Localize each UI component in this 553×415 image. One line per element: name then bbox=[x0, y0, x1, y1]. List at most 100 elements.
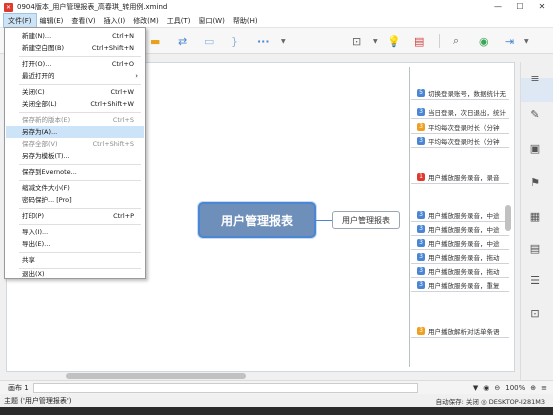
menu-reduce-size[interactable]: 缩减文件大小(F) bbox=[6, 182, 144, 194]
menu-tools[interactable]: 工具(T) bbox=[163, 14, 195, 28]
menu-new-blank[interactable]: 新建空白图(B) Ctrl+Shift+N bbox=[6, 42, 144, 54]
summary-icon[interactable]: } bbox=[231, 34, 238, 48]
horizontal-scrollbar[interactable] bbox=[6, 372, 515, 380]
menu-export[interactable]: 导出(E)... bbox=[6, 238, 144, 250]
menu-open[interactable]: 打开(O)... Ctrl+O bbox=[6, 58, 144, 70]
menu-view[interactable]: 查看(V) bbox=[67, 14, 99, 28]
share-icon[interactable]: ◉ bbox=[479, 34, 489, 48]
sheet-tabs-area bbox=[32, 382, 418, 393]
branch-label: 切换登录账号，数据统计无 bbox=[428, 90, 506, 98]
menu-insert[interactable]: 插入(I) bbox=[100, 14, 130, 28]
more-icon[interactable]: ··· bbox=[257, 34, 270, 48]
branch-topic[interactable]: 1 用户播放服务录音，录音 bbox=[411, 171, 509, 184]
branch-label: 用户播放服务录音，中途 bbox=[428, 226, 500, 234]
branch-label: 用户播放服务录音，拖动 bbox=[428, 268, 500, 276]
chevron-right-icon: › bbox=[135, 72, 138, 80]
window-controls: — ☐ ✕ bbox=[487, 0, 553, 14]
branch-topic[interactable]: 3 平均每次登录时长（分钟 bbox=[411, 121, 509, 134]
menu-new[interactable]: 新建(N)... Ctrl+N bbox=[6, 30, 144, 42]
branch-label: 用户播放解析对话单条语 bbox=[428, 328, 500, 336]
branch-topic[interactable]: 5 切换登录账号，数据统计无 bbox=[411, 87, 509, 100]
priority-icon: 3 bbox=[417, 253, 425, 261]
title-bar: ✕ 0904版本_用户管理报表_高春琪_转用例.xmind — ☐ ✕ bbox=[0, 0, 553, 14]
menu-save-version[interactable]: 保存新的版本(E) Ctrl+S bbox=[6, 114, 144, 126]
branch-topic[interactable]: 3 用户播放服务录音，拖动 bbox=[411, 251, 509, 264]
comments-icon[interactable]: ▤ bbox=[528, 242, 542, 256]
branch-topic[interactable]: 3 用户播放解析对话单条语 bbox=[411, 325, 509, 338]
attachment-icon[interactable]: ⊡ bbox=[528, 307, 542, 321]
maximize-button[interactable]: ☐ bbox=[509, 0, 531, 14]
presentation-icon[interactable]: ⊡ bbox=[352, 34, 361, 48]
menu-bar: 文件(F) 编辑(E) 查看(V) 插入(I) 修改(M) 工具(T) 窗口(W… bbox=[0, 12, 553, 29]
menu-separator bbox=[19, 56, 141, 57]
idea-icon[interactable]: 💡 bbox=[387, 34, 401, 48]
menu-window[interactable]: 窗口(W) bbox=[194, 14, 228, 28]
menu-help[interactable]: 帮助(H) bbox=[229, 14, 262, 28]
task-icon[interactable]: ☰ bbox=[528, 274, 542, 288]
branch-label: 用户播放服务录音，中途 bbox=[428, 212, 500, 220]
menu-close-all[interactable]: 关闭全部(L) Ctrl+Shift+W bbox=[6, 98, 144, 110]
branch-topic[interactable]: 3 用户播放服务录音，中途 bbox=[411, 209, 509, 222]
toolbar-separator bbox=[439, 34, 440, 48]
menu-recent[interactable]: 最近打开的 › bbox=[6, 70, 144, 82]
image-icon[interactable]: ▣ bbox=[528, 142, 542, 156]
branch-topic[interactable]: 3 用户播放服务录音，中途 bbox=[411, 237, 509, 250]
priority-icon: 3 bbox=[417, 267, 425, 275]
outline-icon[interactable]: ≡ bbox=[528, 72, 542, 86]
notes-icon[interactable]: ▦ bbox=[528, 210, 542, 224]
menu-icon[interactable]: ≡ bbox=[541, 384, 547, 392]
priority-icon: 3 bbox=[417, 137, 425, 145]
branch-topic[interactable]: 3 当日登录，次日退出，统计 bbox=[411, 106, 509, 119]
menu-save-all[interactable]: 保存全部(V) Ctrl+Shift+S bbox=[6, 138, 144, 150]
chevron-down-icon[interactable]: ▼ bbox=[281, 34, 286, 48]
search-icon[interactable]: ⌕ bbox=[453, 34, 459, 48]
menu-file[interactable]: 文件(F) bbox=[3, 12, 37, 29]
topic-icon[interactable]: ▬ bbox=[150, 34, 160, 48]
filter-icon[interactable]: ▼ bbox=[473, 384, 478, 392]
menu-password[interactable]: 密码保护... [Pro] bbox=[6, 194, 144, 206]
priority-icon: 3 bbox=[417, 108, 425, 116]
zoom-out-icon[interactable]: ⊖ bbox=[494, 384, 500, 392]
zoom-controls: ▼ ◉ ⊖ 100% ⊕ ≡ bbox=[473, 382, 547, 394]
priority-icon: 5 bbox=[417, 89, 425, 97]
vertical-scrollbar-thumb[interactable] bbox=[505, 205, 511, 231]
priority-icon: 3 bbox=[417, 211, 425, 219]
boundary-icon[interactable]: ▭ bbox=[204, 34, 214, 48]
branch-label: 平均每次登录时长（分钟 bbox=[428, 138, 500, 146]
chevron-down-icon[interactable]: ▼ bbox=[373, 34, 378, 48]
xmind-logo-icon: ✕ bbox=[4, 2, 13, 12]
menu-separator bbox=[19, 84, 141, 85]
branch-topic[interactable]: 3 用户播放服务录音，拖动 bbox=[411, 265, 509, 278]
menu-share[interactable]: 共享 bbox=[6, 254, 144, 266]
outliner-icon[interactable]: ▤ bbox=[414, 34, 424, 48]
eye-icon[interactable]: ◉ bbox=[483, 384, 489, 392]
branch-topic[interactable]: 3 平均每次登录时长（分钟 bbox=[411, 135, 509, 148]
status-bar: 主题 ('用户管理报表') 自动保存: 关闭 ◎ DESKTOP-I281M3 bbox=[0, 394, 553, 407]
menu-save-as[interactable]: 另存为(A)... bbox=[6, 126, 144, 138]
menu-separator bbox=[19, 164, 141, 165]
minimize-button[interactable]: — bbox=[487, 0, 509, 14]
right-side-panel: ≡ ✎ ▣ ⚑ ▦ ▤ ☰ ⊡ bbox=[520, 62, 553, 382]
marker-icon[interactable]: ⚑ bbox=[528, 176, 542, 190]
zoom-in-icon[interactable]: ⊕ bbox=[530, 384, 536, 392]
horizontal-scrollbar-thumb[interactable] bbox=[66, 373, 246, 379]
menu-save-as-template[interactable]: 另存为模板(T)... bbox=[6, 150, 144, 162]
chevron-down-icon[interactable]: ▼ bbox=[524, 34, 529, 48]
menu-modify[interactable]: 修改(M) bbox=[129, 14, 163, 28]
taskbar-strip bbox=[0, 407, 553, 415]
menu-exit[interactable]: 退出(X) bbox=[6, 268, 144, 280]
menu-import[interactable]: 导入(I)... bbox=[6, 226, 144, 238]
branch-topic[interactable]: 3 用户播放服务录音，重复 bbox=[411, 279, 509, 292]
menu-save-evernote[interactable]: 保存到Evernote... bbox=[6, 166, 144, 178]
format-icon[interactable]: ✎ bbox=[528, 108, 542, 122]
export-icon[interactable]: ⇥ bbox=[505, 34, 514, 48]
menu-close[interactable]: 关闭(C) Ctrl+W bbox=[6, 86, 144, 98]
relationship-icon[interactable]: ⇄ bbox=[178, 34, 187, 48]
sheet-tab[interactable]: 画布 1 bbox=[8, 383, 29, 393]
menu-print[interactable]: 打印(P) Ctrl+P bbox=[6, 210, 144, 222]
branch-topic[interactable]: 3 用户播放服务录音，中途 bbox=[411, 223, 509, 236]
menu-edit[interactable]: 编辑(E) bbox=[36, 14, 68, 28]
menu-separator bbox=[19, 112, 141, 113]
branch-label: 平均每次登录时长（分钟 bbox=[428, 124, 500, 132]
close-button[interactable]: ✕ bbox=[531, 0, 553, 14]
